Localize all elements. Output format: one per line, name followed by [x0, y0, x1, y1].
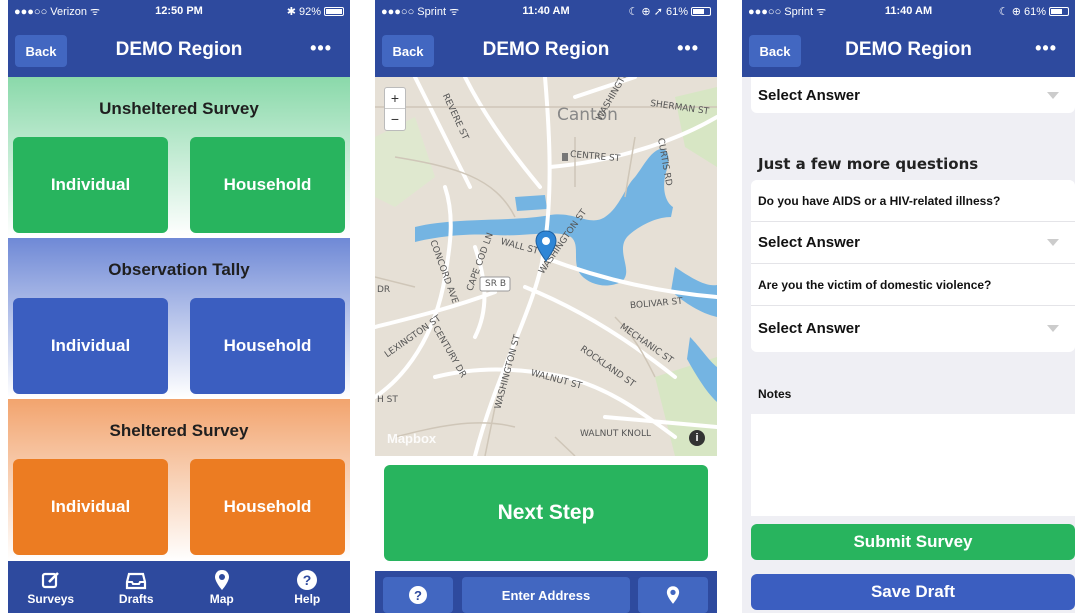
question-label: Are you the victim of domestic violence? — [751, 264, 1075, 306]
help-button[interactable]: ? — [383, 577, 453, 613]
notes-label: Notes — [751, 374, 1075, 414]
current-location-button[interactable] — [638, 577, 708, 613]
map-pin-icon — [214, 568, 230, 592]
answer-select[interactable]: Select Answer — [751, 306, 1075, 350]
clock: 12:50 PM — [155, 5, 203, 17]
section-title: Sheltered Survey — [109, 421, 249, 440]
nav-bar: Back DEMO Region ••• — [8, 22, 350, 77]
back-button[interactable]: Back — [749, 35, 801, 67]
battery-label: ☾ ⊕ ➚ 61% — [601, 5, 711, 18]
submit-survey-button[interactable]: Submit Survey — [751, 524, 1075, 560]
clock: 11:40 AM — [522, 5, 570, 17]
more-menu-button[interactable]: ••• — [677, 38, 699, 59]
status-bar: ●●●○○ Sprint ᯤ 11:40 AM ☾ ⊕ ➚ 61% — [375, 0, 717, 22]
section-title: Observation Tally — [108, 260, 250, 279]
nav-bar: Back DEMO Region ••• — [375, 22, 717, 77]
map-pin-icon — [666, 586, 680, 604]
back-button[interactable]: Back — [382, 35, 434, 67]
battery-icon — [1049, 7, 1069, 17]
tab-bar: Surveys Drafts Map ? Help — [8, 561, 350, 613]
back-button[interactable]: Back — [15, 35, 67, 67]
svg-text:?: ? — [303, 572, 312, 588]
survey-form-screen: ●●●○○ Sprint ᯤ 11:40 AM ☾ ⊕ 61% Back DEM… — [742, 0, 1075, 613]
section-title: Unsheltered Survey — [99, 99, 259, 118]
edit-icon — [41, 568, 61, 592]
info-icon[interactable]: i — [689, 430, 705, 446]
chevron-down-icon — [1047, 239, 1059, 246]
location-pin-icon[interactable] — [535, 230, 557, 262]
observation-individual-button[interactable]: Individual — [13, 298, 168, 394]
status-bar: ●●●○○ Verizon ᯤ 12:50 PM ✱ 92% — [8, 0, 350, 22]
carrier-label: ●●●○○ Sprint ᯤ — [748, 5, 827, 18]
chevron-down-icon — [1047, 91, 1059, 99]
map-label-sr-b: SR B — [485, 279, 507, 289]
sheltered-household-button[interactable]: Household — [190, 459, 345, 555]
inbox-icon — [125, 568, 147, 592]
map-label-walnut-knoll: WALNUT KNOLL — [580, 429, 652, 439]
location-screen: ●●●○○ Sprint ᯤ 11:40 AM ☾ ⊕ ➚ 61% Back D… — [375, 0, 717, 613]
unsheltered-survey-section: Unsheltered Survey Individual Household — [8, 77, 350, 237]
zoom-in-button[interactable]: + — [385, 88, 405, 109]
save-draft-button[interactable]: Save Draft — [751, 574, 1075, 610]
notes-field[interactable] — [751, 414, 1075, 516]
tab-help[interactable]: ? Help — [265, 561, 351, 613]
zoom-controls: + − — [384, 87, 406, 131]
answer-select[interactable]: Select Answer — [751, 77, 1075, 113]
observation-household-button[interactable]: Household — [190, 298, 345, 394]
section-header: Just a few more questions — [758, 155, 979, 173]
map-label-h-st: H ST — [377, 395, 398, 405]
surveys-screen: ●●●○○ Verizon ᯤ 12:50 PM ✱ 92% Back DEMO… — [8, 0, 350, 613]
battery-label: ✱ 92% — [234, 5, 344, 18]
more-menu-button[interactable]: ••• — [1035, 38, 1057, 59]
tab-surveys[interactable]: Surveys — [8, 561, 94, 613]
battery-icon — [324, 7, 344, 17]
tab-drafts[interactable]: Drafts — [94, 561, 180, 613]
map-view[interactable]: + − Canton SHERMAN ST WASHINGTON ST CENT… — [375, 77, 717, 456]
more-menu-button[interactable]: ••• — [310, 38, 332, 59]
next-step-button[interactable]: Next Step — [384, 465, 708, 561]
zoom-out-button[interactable]: − — [385, 109, 405, 130]
carrier-label: ●●●○○ Sprint ᯤ — [381, 5, 460, 18]
battery-icon — [691, 7, 711, 17]
unsheltered-individual-button[interactable]: Individual — [13, 137, 168, 233]
bottom-toolbar: ? Enter Address — [375, 571, 717, 613]
sheltered-survey-section: Sheltered Survey Individual Household — [8, 399, 350, 561]
observation-tally-section: Observation Tally Individual Household — [8, 238, 350, 398]
chevron-down-icon — [1047, 324, 1059, 332]
nav-bar: Back DEMO Region ••• — [742, 22, 1075, 77]
answer-select[interactable]: Select Answer — [751, 222, 1075, 264]
carrier-label: ●●●○○ Verizon ᯤ — [14, 5, 101, 18]
help-icon: ? — [409, 586, 427, 604]
tab-map[interactable]: Map — [179, 561, 265, 613]
svg-text:?: ? — [414, 588, 422, 603]
status-bar: ●●●○○ Sprint ᯤ 11:40 AM ☾ ⊕ 61% — [742, 0, 1075, 22]
clock: 11:40 AM — [884, 5, 933, 17]
enter-address-button[interactable]: Enter Address — [462, 577, 630, 613]
unsheltered-household-button[interactable]: Household — [190, 137, 345, 233]
map-label-dr: DR — [377, 285, 391, 295]
question-label: Do you have AIDS or a HIV-related illnes… — [751, 180, 1075, 222]
sheltered-individual-button[interactable]: Individual — [13, 459, 168, 555]
notes-card: Notes — [751, 374, 1075, 516]
questions-card: Do you have AIDS or a HIV-related illnes… — [751, 180, 1075, 352]
battery-label: ☾ ⊕ 61% — [962, 5, 1069, 18]
mapbox-logo: Mapbox — [387, 431, 437, 446]
help-icon: ? — [296, 568, 318, 592]
